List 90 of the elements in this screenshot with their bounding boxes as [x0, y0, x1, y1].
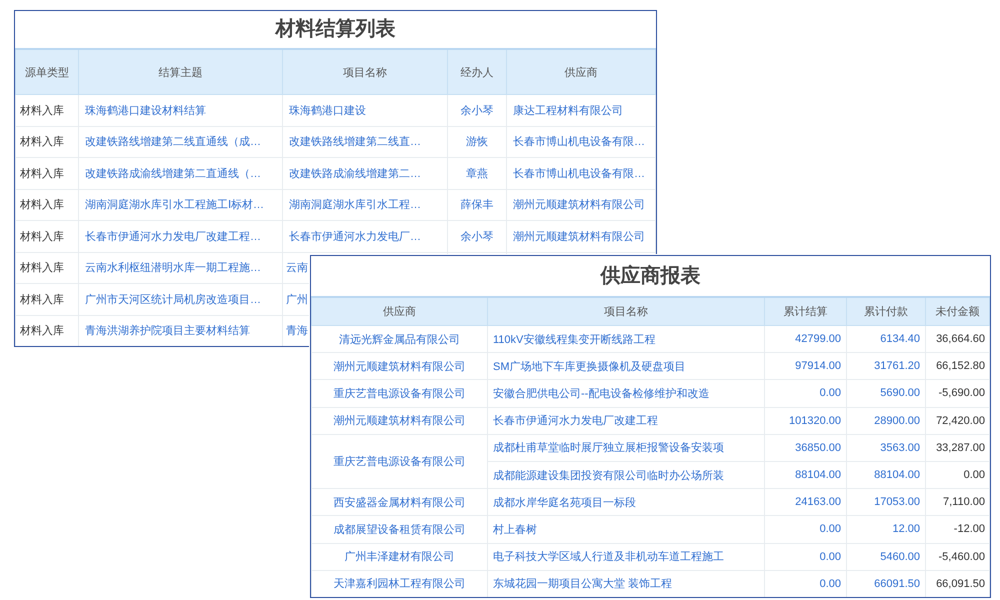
link-cell[interactable]: 潮州元顺建筑材料有限公司	[312, 407, 488, 434]
link-cell[interactable]: 西安盛器金属材料有限公司	[312, 488, 488, 516]
link-cell[interactable]: 12.00	[846, 516, 926, 543]
table-cell: 33,287.00	[926, 434, 990, 462]
table-cell: 72,420.00	[926, 407, 990, 434]
link-cell[interactable]: 88104.00	[846, 461, 926, 489]
link-cell[interactable]: 潮州元顺建筑材料有限公司	[506, 220, 656, 252]
link-cell[interactable]: 17053.00	[846, 488, 926, 516]
link-cell[interactable]: 薛保丰	[448, 189, 506, 220]
column-header: 供应商	[312, 297, 488, 326]
column-header: 经办人	[448, 49, 506, 94]
link-cell[interactable]: 24163.00	[764, 488, 846, 516]
link-cell[interactable]: 珠海鹤港口建设材料结算	[78, 94, 282, 126]
link-cell[interactable]: 重庆艺普电源设备有限公司	[312, 434, 488, 489]
link-cell[interactable]: 0.00	[764, 380, 846, 408]
link-cell[interactable]: 改建铁路成渝线增建第二直通线（…	[78, 158, 282, 189]
table-cell: 材料入库	[16, 126, 78, 158]
link-cell[interactable]: 长春市伊通河水力发电厂…	[282, 220, 448, 252]
link-cell[interactable]: 改建铁路成渝线增建第二…	[282, 158, 448, 189]
link-cell[interactable]: 湖南洞庭湖水库引水工程施工Ⅰ标材…	[78, 189, 282, 220]
link-cell[interactable]: 余小琴	[448, 220, 506, 252]
table-title: 材料结算列表	[274, 17, 396, 42]
table-cell: 材料入库	[16, 220, 78, 252]
link-cell[interactable]: 游恢	[448, 126, 506, 158]
table-cell: 材料入库	[16, 94, 78, 126]
link-cell[interactable]: 0.00	[764, 516, 846, 543]
table-cell: 0.00	[926, 461, 990, 489]
table-cell: 材料入库	[16, 284, 78, 315]
table-cell: -12.00	[926, 516, 990, 543]
link-cell[interactable]: 村上春树	[488, 516, 764, 543]
link-cell[interactable]: 潮州元顺建筑材料有限公司	[312, 352, 488, 380]
link-cell[interactable]: 28900.00	[846, 407, 926, 434]
link-cell[interactable]: 广州	[286, 294, 308, 306]
link-cell[interactable]: 云南水利枢纽潜明水库一期工程施…	[78, 252, 282, 284]
link-cell[interactable]: 6134.40	[846, 326, 926, 353]
link-cell[interactable]: 章燕	[448, 158, 506, 189]
link-cell[interactable]: 安徽合肥供电公司--配电设备检修维护和改造	[488, 380, 764, 408]
link-cell[interactable]: 5690.00	[846, 380, 926, 408]
link-cell[interactable]: 改建铁路线增建第二线直通线（成…	[78, 126, 282, 158]
column-header: 累计付款	[846, 297, 926, 326]
table-cell: 材料入库	[16, 189, 78, 220]
link-cell[interactable]: 湖南洞庭湖水库引水工程…	[282, 189, 448, 220]
link-cell[interactable]: 电子科技大学区域人行道及非机动车道工程施工	[488, 543, 764, 570]
column-header: 项目名称	[488, 297, 764, 326]
link-cell[interactable]: 余小琴	[448, 94, 506, 126]
link-cell[interactable]: 31761.20	[846, 352, 926, 380]
link-cell[interactable]: 101320.00	[764, 407, 846, 434]
table-cell: 材料入库	[16, 252, 78, 284]
link-cell[interactable]: 广州市天河区统计局机房改造项目…	[78, 284, 282, 315]
link-cell[interactable]: 42799.00	[764, 326, 846, 353]
link-cell[interactable]: 广州丰泽建材有限公司	[312, 543, 488, 570]
table-cell: 7,110.00	[926, 488, 990, 516]
link-cell[interactable]: 0.00	[764, 543, 846, 570]
link-cell[interactable]: 成都能源建设集团投资有限公司临时办公场所装	[488, 461, 764, 489]
column-header: 结算主题	[78, 49, 282, 94]
table-cell: -5,690.00	[926, 380, 990, 408]
link-cell[interactable]: 康达工程材料有限公司	[506, 94, 656, 126]
column-header: 供应商	[506, 49, 656, 94]
link-cell[interactable]: 5460.00	[846, 543, 926, 570]
column-header: 源单类型	[16, 49, 78, 94]
link-cell[interactable]: 110kV安徽线程集变开断线路工程	[488, 326, 764, 353]
link-cell[interactable]: 成都展望设备租赁有限公司	[312, 516, 488, 543]
link-cell[interactable]: 云南	[286, 262, 308, 274]
link-cell[interactable]: 97914.00	[764, 352, 846, 380]
table-cell: 材料入库	[16, 158, 78, 189]
link-cell[interactable]: 重庆艺普电源设备有限公司	[312, 380, 488, 408]
link-cell[interactable]: 长春市博山机电设备有限…	[506, 158, 656, 189]
link-cell[interactable]: 成都水岸华庭名苑项目一标段	[488, 488, 764, 516]
link-cell[interactable]: 清远光辉金属品有限公司	[312, 326, 488, 353]
link-cell[interactable]: 成都杜甫草堂临时展厅独立展柜报警设备安装项	[488, 434, 764, 462]
link-cell[interactable]: SM广场地下车库更换摄像机及硬盘项目	[488, 352, 764, 380]
table-cell: -5,460.00	[926, 543, 990, 570]
link-cell[interactable]: 青海	[286, 325, 308, 338]
link-cell[interactable]: 长春市伊通河水力发电厂改建工程	[488, 407, 764, 434]
link-cell[interactable]: 珠海鹤港口建设	[282, 94, 448, 126]
link-cell[interactable]: 长春市伊通河水力发电厂改建工程…	[78, 220, 282, 252]
table-cell: 36,664.60	[926, 326, 990, 353]
table-cell: 材料入库	[16, 315, 78, 346]
column-header: 项目名称	[282, 49, 448, 94]
table-cell: 66,152.80	[926, 352, 990, 380]
link-cell[interactable]: 3563.00	[846, 434, 926, 462]
link-cell[interactable]: 改建铁路线增建第二线直…	[282, 126, 448, 158]
link-cell[interactable]: 长春市博山机电设备有限…	[506, 126, 656, 158]
link-cell[interactable]: 88104.00	[764, 461, 846, 489]
column-header: 累计结算	[764, 297, 846, 326]
link-cell[interactable]: 36850.00	[764, 434, 846, 462]
link-cell[interactable]: 潮州元顺建筑材料有限公司	[506, 189, 656, 220]
column-header: 未付金额	[926, 297, 990, 326]
link-cell[interactable]: 天津嘉利园林工程有限公司	[312, 570, 488, 597]
table-title: 供应商报表	[599, 264, 702, 289]
